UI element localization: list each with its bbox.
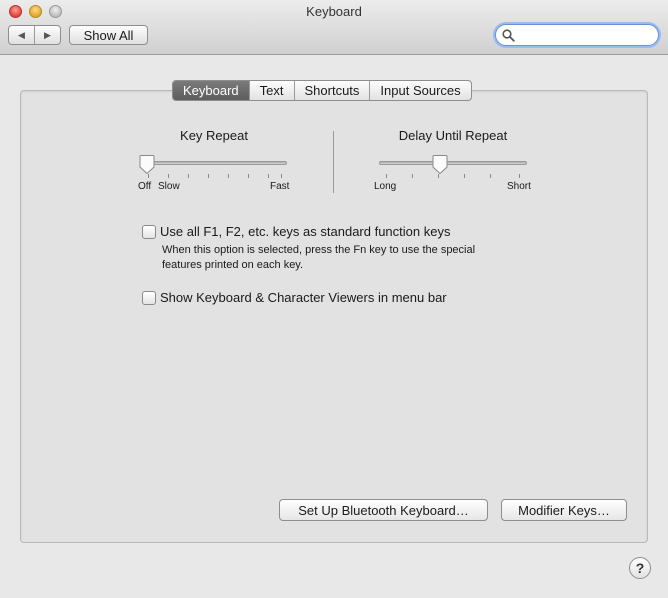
delay-tick [438,174,439,178]
fn-keys-checkbox[interactable] [142,225,156,239]
key-repeat-title: Key Repeat [180,128,248,143]
forward-arrow-icon: ▶ [44,29,51,40]
key-repeat-slider-track[interactable] [140,161,287,165]
key-repeat-slow-label: Slow [158,181,180,192]
back-button[interactable]: ◀ [9,26,35,44]
delay-slider-knob[interactable] [432,155,448,174]
key-repeat-slider-knob[interactable] [139,155,155,174]
tab-text[interactable]: Text [250,81,295,100]
key-repeat-fast-label: Fast [270,181,290,192]
viewers-label[interactable]: Show Keyboard & Character Viewers in men… [160,290,447,305]
delay-slider-track[interactable] [379,161,527,165]
tab-bar: Keyboard Text Shortcuts Input Sources [172,80,472,101]
fn-keys-help-line1: When this option is selected, press the … [162,244,476,256]
delay-until-repeat-title: Delay Until Repeat [398,128,508,143]
key-repeat-tick [268,174,269,178]
keyboard-pane [20,90,648,543]
forward-button[interactable]: ▶ [35,26,60,44]
key-repeat-tick [148,174,149,178]
delay-tick [412,174,413,178]
back-arrow-icon: ◀ [18,29,25,40]
help-button[interactable]: ? [629,557,651,579]
tab-keyboard[interactable]: Keyboard [173,81,250,100]
key-repeat-tick [168,174,169,178]
slider-divider [333,131,334,193]
modifier-keys-button[interactable]: Modifier Keys… [501,499,627,521]
delay-tick [464,174,465,178]
key-repeat-tick [228,174,229,178]
key-repeat-tick [248,174,249,178]
key-repeat-tick [281,174,282,178]
fn-keys-label[interactable]: Use all F1, F2, etc. keys as standard fu… [160,224,450,239]
show-all-button[interactable]: Show All [69,25,148,45]
delay-long-label: Long [374,181,397,192]
window-title: Keyboard [306,4,362,19]
window-titlebar: Keyboard ◀ ▶ Show All [0,0,668,55]
delay-tick [519,174,520,178]
key-repeat-off-label: Off [138,181,152,192]
delay-short-label: Short [507,181,531,192]
set-up-bluetooth-keyboard-button[interactable]: Set Up Bluetooth Keyboard… [279,499,488,521]
tab-shortcuts[interactable]: Shortcuts [295,81,371,100]
fn-keys-help-line2: features printed on each key. [162,259,304,271]
delay-tick [386,174,387,178]
key-repeat-tick [188,174,189,178]
search-field[interactable] [495,24,659,46]
viewers-checkbox[interactable] [142,291,156,305]
back-forward-control: ◀ ▶ [8,25,61,45]
delay-tick [490,174,491,178]
tab-input-sources[interactable]: Input Sources [370,81,470,100]
key-repeat-tick [208,174,209,178]
search-icon [502,29,515,42]
